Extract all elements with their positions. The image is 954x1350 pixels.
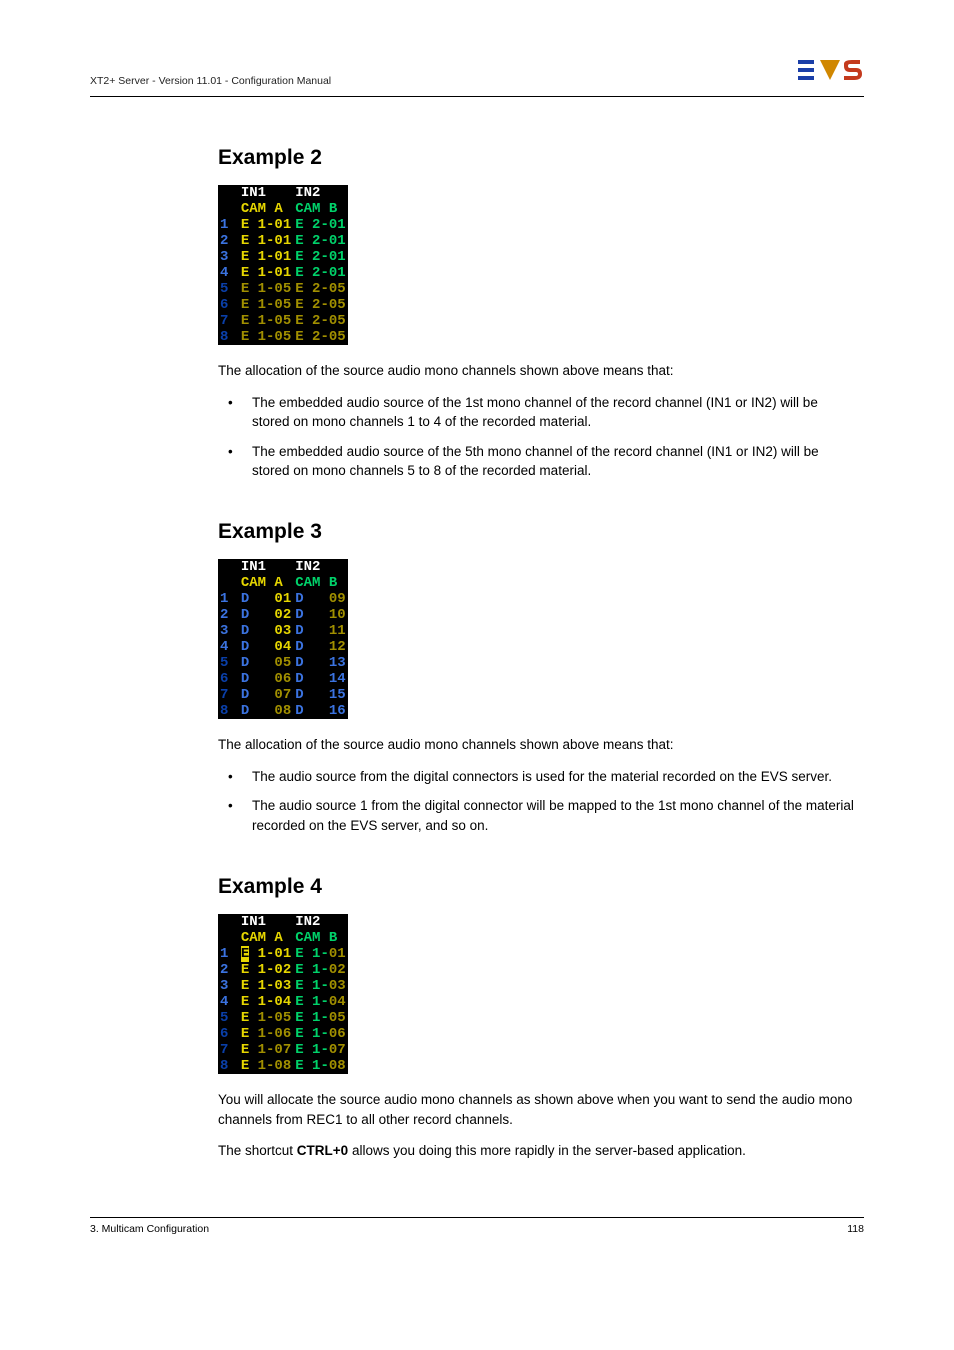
evs-logo xyxy=(798,58,864,90)
page-footer: 3. Multicam Configuration 118 xyxy=(90,1217,864,1237)
example-2-title: Example 2 xyxy=(218,143,858,173)
example-2-bullet-1: The embedded audio source of the 1st mon… xyxy=(250,393,858,432)
footer-left: 3. Multicam Configuration xyxy=(90,1222,209,1237)
example-3-bullet-1: The audio source from the digital connec… xyxy=(250,767,858,787)
header-title: XT2+ Server - Version 11.01 - Configurat… xyxy=(90,74,331,89)
example-3-title: Example 3 xyxy=(218,517,858,547)
example-4-p1: You will allocate the source audio mono … xyxy=(218,1090,858,1129)
example-4-p2-shortcut: CTRL+0 xyxy=(297,1143,348,1158)
footer-page-number: 118 xyxy=(847,1222,864,1237)
example-4-p2-post: allows you doing this more rapidly in th… xyxy=(348,1143,746,1158)
example-3-intro: The allocation of the source audio mono … xyxy=(218,735,858,755)
example-4-p2-pre: The shortcut xyxy=(218,1143,297,1158)
example-2-intro: The allocation of the source audio mono … xyxy=(218,361,858,381)
example-4-table: IN1 IN2 CAM A CAM B 1 E 1-01E 1-012 E 1-… xyxy=(218,914,348,1074)
example-3-table: IN1 IN2 CAM A CAM B 1 D 01D 092 D 02D 10… xyxy=(218,559,348,719)
example-4-p2: The shortcut CTRL+0 allows you doing thi… xyxy=(218,1141,858,1161)
example-2-table: IN1 IN2 CAM A CAM B 1 E 1-01E 2-012 E 1-… xyxy=(218,185,348,345)
example-3-bullet-2: The audio source 1 from the digital conn… xyxy=(250,796,858,835)
example-2-bullet-2: The embedded audio source of the 5th mon… xyxy=(250,442,858,481)
page-header: XT2+ Server - Version 11.01 - Configurat… xyxy=(90,58,864,97)
example-4-title: Example 4 xyxy=(218,872,858,902)
